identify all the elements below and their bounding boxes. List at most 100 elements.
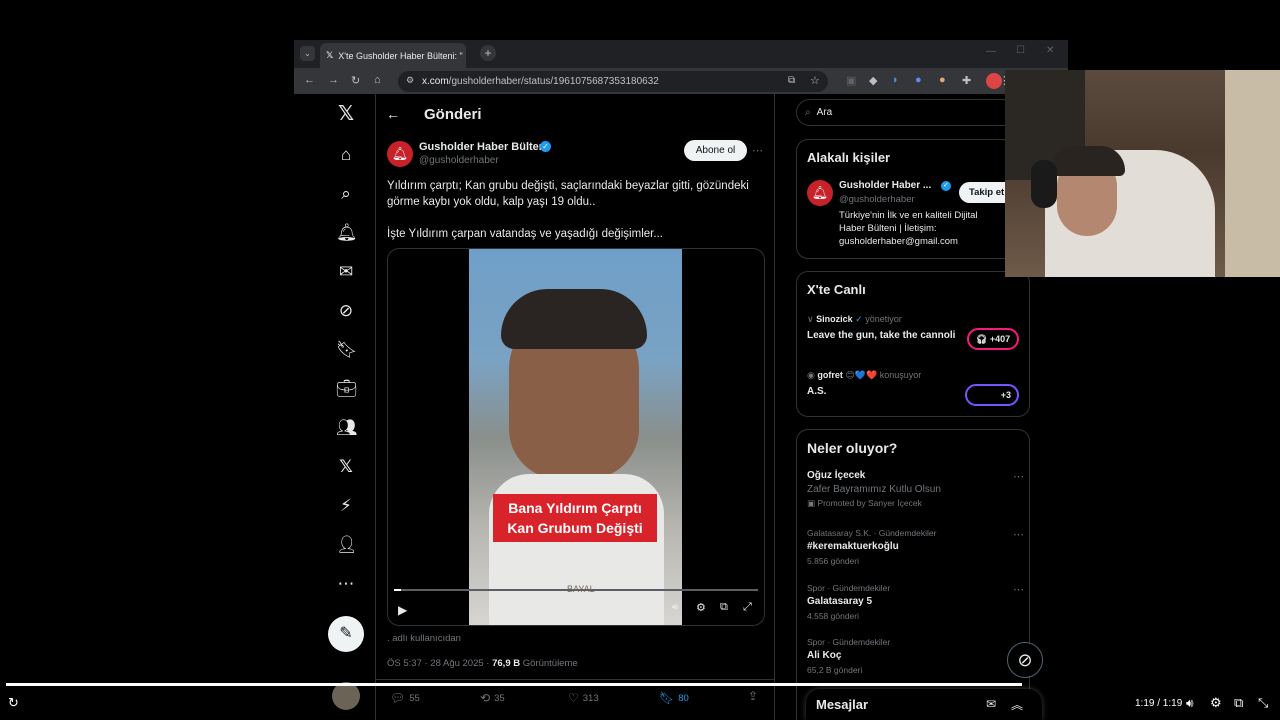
messages-nav-icon[interactable]: ✉ (336, 262, 356, 282)
trend-item-2[interactable]: Galatasaray S.K. · Gündemdekiler #kerema… (807, 528, 1024, 566)
bookmark-star-icon[interactable]: ☆ (810, 74, 820, 87)
profile-nav-icon[interactable]: 👤︎ (336, 535, 358, 555)
post-text-line2: görme kaybı yok oldu, kalp yaşı 19 oldu.… (387, 196, 596, 208)
x-logo-icon[interactable]: 𝕏 (336, 104, 356, 124)
player-settings-icon[interactable]: ⚙ (1210, 695, 1222, 711)
volume-icon[interactable]: 🔊︎ (672, 602, 678, 613)
video-time: 0:01 / 1:00 (590, 603, 635, 614)
play-icon[interactable]: ▶ (398, 603, 407, 617)
site-info-icon[interactable]: ⚙ (406, 75, 414, 86)
close-window-icon[interactable]: ✕ (1046, 45, 1054, 56)
install-app-icon[interactable]: ⧉ (788, 75, 795, 86)
outer-progress-bar[interactable] (6, 683, 1022, 686)
back-icon[interactable]: ← (304, 74, 315, 86)
home-nav-icon[interactable]: ⌂ (336, 145, 356, 165)
live-item1-role: yönetiyor (865, 314, 902, 324)
post-more-icon[interactable]: ⋯ (752, 144, 763, 157)
live-item2-meta: ◉ gofret 😊💙❤️ konuşuyor (807, 370, 921, 381)
live-item2-title[interactable]: A.S. (807, 386, 826, 397)
author-name[interactable]: Gusholder Haber Bülteni (419, 141, 549, 153)
live-item2-host[interactable]: gofret (817, 370, 843, 380)
extensions-puzzle-icon[interactable]: ✚ (962, 74, 971, 87)
promoted-icon: ▣ (807, 498, 818, 508)
trends-title: Neler oluyor? (807, 440, 898, 456)
related-name[interactable]: Gusholder Haber ... (839, 180, 931, 191)
live-item1-title[interactable]: Leave the gun, take the cannoli (807, 330, 955, 341)
notifications-nav-icon[interactable]: 🔔︎ (336, 223, 358, 243)
verified-orgs-nav-icon[interactable]: ⚡ (336, 496, 356, 516)
live-item2-listeners[interactable]: +3 (965, 384, 1019, 406)
fullscreen-icon[interactable]: ⤢ (743, 601, 752, 614)
source-note[interactable]: . adlı kullanıcıdan (387, 633, 461, 644)
post-timestamp[interactable]: ÖS 5:37 · 28 Ağu 2025 · (387, 658, 492, 669)
back-arrow-icon[interactable]: ← (386, 106, 400, 122)
minimize-icon[interactable]: — (986, 46, 996, 57)
author-handle[interactable]: @gusholderhaber (419, 155, 499, 166)
bookmarks-nav-icon[interactable]: 🔖︎ (336, 340, 358, 360)
forward-icon[interactable]: → (328, 74, 339, 86)
reload-icon[interactable]: ↻ (351, 74, 360, 87)
author-avatar[interactable]: 🔔︎ (387, 141, 413, 167)
video-player[interactable]: Bana Yıldırım Çarptı Kan Grubum Değişti … (387, 248, 765, 626)
extension-4-icon[interactable]: ● (915, 74, 922, 86)
trend-more-icon[interactable]: ⋯ (1013, 470, 1024, 483)
popout-icon[interactable]: ⧉ (720, 601, 728, 614)
trend-item-1[interactable]: Oğuz İçecek Zafer Bayramımız Kutlu Olsun… (807, 470, 1024, 509)
post-text-line1: Yıldırım çarptı; Kan grubu değişti, saçl… (387, 180, 749, 192)
player-fullscreen-icon[interactable]: ⤡ (1258, 695, 1268, 711)
more-nav-icon[interactable]: ⋯ (336, 574, 356, 594)
player-time: 1:19 / 1:19 (1135, 698, 1183, 709)
trend-meta: 65,2 B gönderi (807, 665, 863, 675)
communities-nav-icon[interactable]: 👥︎ (336, 418, 358, 438)
trend-more-icon[interactable]: ⋯ (1013, 528, 1024, 541)
extension-2-icon[interactable]: ◆ (869, 74, 877, 87)
verified-badge-icon: ✓ (540, 141, 551, 152)
video-settings-icon[interactable]: ⚙ (696, 601, 706, 614)
video-scrubber[interactable] (394, 589, 758, 591)
trend-more-icon[interactable]: ⋯ (1013, 583, 1024, 596)
explore-nav-icon[interactable]: ⌕ (336, 184, 356, 204)
search-input[interactable]: ⌕ Ara (796, 99, 1030, 126)
premium-nav-icon[interactable]: 𝕏 (336, 457, 356, 477)
maximize-icon[interactable]: ☐ (1016, 45, 1025, 56)
new-tab-icon[interactable]: + (480, 45, 496, 61)
related-handle[interactable]: @gusholderhaber (839, 194, 915, 205)
extension-3-icon[interactable]: ◗ (892, 74, 899, 86)
player-volume-icon[interactable]: 🔊︎ (1186, 696, 1194, 711)
trend-item-4[interactable]: Spor · Gündemdekiler Ali Koç 65,2 B gönd… (807, 637, 1023, 675)
extension-1-icon[interactable]: ▣ (846, 74, 856, 87)
captions-icon[interactable]: ▤ (648, 602, 657, 613)
grok-button-icon[interactable]: ⊘ (1007, 642, 1043, 678)
tab-search-icon[interactable]: ⌄ (300, 46, 315, 61)
live-item1-verified-icon: ✓ (855, 314, 863, 324)
url-domain: x.com (422, 76, 449, 87)
search-placeholder: Ara (816, 107, 833, 118)
trend-name: Oğuz İçecek (807, 470, 866, 481)
webcam-shelf (1225, 70, 1280, 277)
outer-player-bar: ↻ 1:19 / 1:19 🔊︎ ⚙ ⧉ ⤡ (0, 683, 1280, 720)
related-title: Alakalı kişiler (807, 150, 891, 165)
live-item1-listeners[interactable]: 🎧︎ +407 (967, 328, 1019, 350)
url-path: /gusholderhaber/status/19610756873531806… (448, 76, 659, 87)
grok-nav-icon[interactable]: ⊘ (336, 301, 356, 321)
replay-icon[interactable]: ↻ (8, 695, 19, 711)
address-bar[interactable]: ⚙ x.com/gusholderhaber/status/1961075687… (398, 71, 828, 92)
home-icon[interactable]: ⌂ (374, 74, 381, 86)
browser-window: ⌄ 𝕏 X'te Gusholder Haber Bülteni: " ✕ + … (294, 40, 1068, 720)
tab-active[interactable]: 𝕏 X'te Gusholder Haber Bülteni: " ✕ (320, 43, 466, 68)
player-popout-icon[interactable]: ⧉ (1234, 695, 1243, 711)
post-text: Yıldırım çarptı; Kan grubu değişti, saçl… (387, 178, 767, 242)
extension-5-icon[interactable]: ● (939, 74, 946, 86)
page-title: Gönderi (424, 106, 482, 123)
tab-bar: ⌄ 𝕏 X'te Gusholder Haber Bülteni: " ✕ + … (294, 40, 1068, 68)
subscribe-button[interactable]: Abone ol (684, 140, 747, 161)
trend-context: Galatasaray S.K. · Gündemdekiler (807, 528, 937, 538)
compose-post-button[interactable]: ✎ (328, 616, 364, 652)
trend-item-3[interactable]: Spor · Gündemdekiler Galatasaray 5 4.558… (807, 583, 1024, 621)
live-item1-host[interactable]: Sinozick (816, 314, 853, 324)
jobs-nav-icon[interactable]: 💼︎ (336, 379, 358, 399)
webcam-person-hair (1051, 146, 1125, 176)
related-avatar[interactable]: 🔔︎ (807, 180, 833, 206)
trends-card: Neler oluyor? Oğuz İçecek Zafer Bayramım… (796, 429, 1043, 720)
related-bio-line1: Türkiye'nin İlk ve en kaliteli Dijital (839, 210, 978, 221)
